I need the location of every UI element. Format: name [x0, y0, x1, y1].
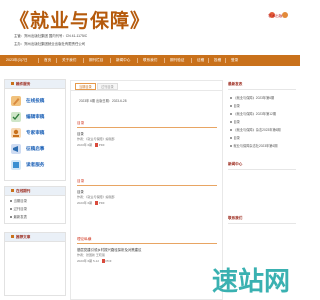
tab-past-issues[interactable]: 过刊目录	[97, 83, 118, 90]
heading-marker-icon	[11, 235, 14, 238]
nav-columns[interactable]: 期刊栏目	[89, 55, 103, 66]
pdf-link[interactable]: PDF	[99, 201, 105, 205]
article-section: 目录 目录 作者：《就业与保障》编辑部 2023年 6期 PDF	[77, 121, 217, 161]
article-issue: 2023年 6期 PDF	[77, 143, 105, 147]
browse-title: 在线期刊	[16, 189, 31, 193]
pdf-link[interactable]: PDF	[106, 259, 112, 263]
link-label: 当期目录	[13, 199, 28, 203]
right-divider	[228, 89, 296, 90]
pdf-icon	[94, 143, 98, 147]
recent-item[interactable]: 目录	[230, 135, 240, 140]
contact-title: 联系我们	[228, 216, 243, 220]
pdf-link[interactable]: PDF	[99, 143, 105, 147]
nav-home[interactable]: 首页	[44, 55, 51, 66]
section-divider	[77, 127, 217, 128]
heading-marker-icon	[11, 189, 14, 192]
megaphone-icon	[11, 144, 21, 154]
heading-marker-icon	[11, 82, 14, 85]
nav-contact[interactable]: 联系我们	[143, 55, 157, 66]
site-header: 《就业与保障》 主管：郑州出版社集团 国内刊号：CN 41-1175/C 主办：…	[0, 0, 300, 55]
right-divider	[228, 169, 296, 170]
nav-date: 2023年(3)7日	[6, 58, 28, 62]
recommended-panel: 推荐文章	[4, 232, 66, 296]
recent-title: 最新发表	[228, 82, 243, 86]
pdf-icon	[94, 201, 98, 205]
recent-item[interactable]: 目录	[230, 103, 240, 108]
publisher-info: 主管：郑州出版社集团 国内刊号：CN 41-1175/C	[14, 34, 88, 38]
recommend-title: 推荐文章	[16, 235, 31, 239]
main-nav: 2023年(3)7日 首页 关于我们 期刊栏目 新闻中心 联系我们 期刊验证 征…	[0, 55, 300, 66]
article-pages: 2023年 6期	[77, 201, 93, 205]
section-divider	[77, 185, 217, 186]
issue-tabs: 当期目录 过刊目录	[71, 81, 222, 91]
recent-item[interactable]: 就业与保障杂志社2023年第6期	[230, 143, 277, 148]
site-logo-text: 学术出版	[268, 14, 283, 18]
recent-item[interactable]: 《就业与保障》2023年第12期	[230, 111, 276, 116]
article-title-link[interactable]: 基层党建引领乡村振兴路径探析及对策建议	[77, 247, 141, 252]
past-issues-link[interactable]: 过刊目录	[10, 206, 27, 211]
issue-contents-panel: 当期目录 过刊目录 2023年 6期 出版日期：2023-6-28 目录 目录 …	[70, 80, 223, 300]
article-pages: 2023年 6期	[77, 143, 93, 147]
news-title: 新闻中心	[228, 162, 243, 166]
latest-published-link[interactable]: 最新发表	[10, 214, 27, 219]
nav-about[interactable]: 关于我们	[62, 55, 76, 66]
page: 《就业与保障》 主管：郑州出版社集团 国内刊号：CN 41-1175/C 主办：…	[0, 0, 300, 300]
sponsor-info: 主办：郑州出版社集团就业出版社有限责任公司	[14, 42, 86, 46]
article-authors: 作者：张国新 王晓丽	[77, 253, 105, 257]
tab-current-issue[interactable]: 当期目录	[75, 83, 96, 90]
recent-item[interactable]: 目录	[230, 119, 240, 124]
article-section: 理论纵横 基层党建引领乡村振兴路径探析及对策建议 作者：张国新 王晓丽 2023…	[77, 237, 217, 277]
service-label: 读者服务	[26, 162, 45, 167]
nav-login[interactable]: 登录	[231, 55, 238, 66]
article-issue: 2023年 6期 PDF	[77, 201, 105, 205]
watermark-logo: 速站网	[212, 267, 290, 297]
right-divider	[228, 223, 296, 224]
article-authors: 作者：《就业与保障》编辑部	[77, 195, 115, 199]
recent-item[interactable]: 《就业与保障》2023年第6期	[230, 95, 274, 100]
service-label: 编辑审稿	[26, 114, 45, 119]
nav-call-for-papers[interactable]: 征稿	[197, 55, 204, 66]
article-title-link[interactable]: 目录	[77, 189, 84, 194]
current-issue-link[interactable]: 当期目录	[10, 198, 27, 203]
service-label: 专家审稿	[26, 130, 45, 135]
expert-icon	[11, 128, 21, 138]
link-label: 过刊目录	[13, 207, 28, 211]
svg-text:速站网: 速站网	[212, 267, 290, 297]
panel-heading: 在线期刊	[5, 187, 65, 196]
service-label: 在线投稿	[26, 98, 45, 103]
section-divider	[77, 243, 217, 244]
nav-submit[interactable]: 投稿	[214, 55, 221, 66]
recent-item[interactable]: 《就业与保障》杂志2023年第6期	[230, 127, 281, 132]
article-section: 目录 目录 作者：《就业与保障》编辑部 2023年 6期 PDF	[77, 179, 217, 219]
panel-heading: 稿件服务	[5, 80, 65, 89]
pdf-icon	[101, 259, 105, 263]
services-title: 稿件服务	[16, 82, 31, 86]
article-pages: 2023年 6期 5-12	[77, 259, 100, 263]
link-label: 最新发表	[13, 215, 28, 219]
panel-heading: 推荐文章	[5, 233, 65, 242]
journal-title: 《就业与保障》	[10, 10, 151, 32]
article-authors: 作者：《就业与保障》编辑部	[77, 137, 115, 141]
article-issue: 2023年 6期 5-12 PDF	[77, 259, 112, 263]
edit-icon	[11, 96, 21, 106]
review-icon	[11, 112, 21, 122]
reader-icon	[11, 160, 21, 170]
nav-verify[interactable]: 期刊验证	[170, 55, 184, 66]
service-label: 征稿启事	[26, 146, 45, 151]
issue-info: 2023年 6期 出版日期：2023-6-28	[79, 99, 127, 103]
article-title-link[interactable]: 目录	[77, 131, 84, 136]
nav-news[interactable]: 新闻中心	[116, 55, 130, 66]
